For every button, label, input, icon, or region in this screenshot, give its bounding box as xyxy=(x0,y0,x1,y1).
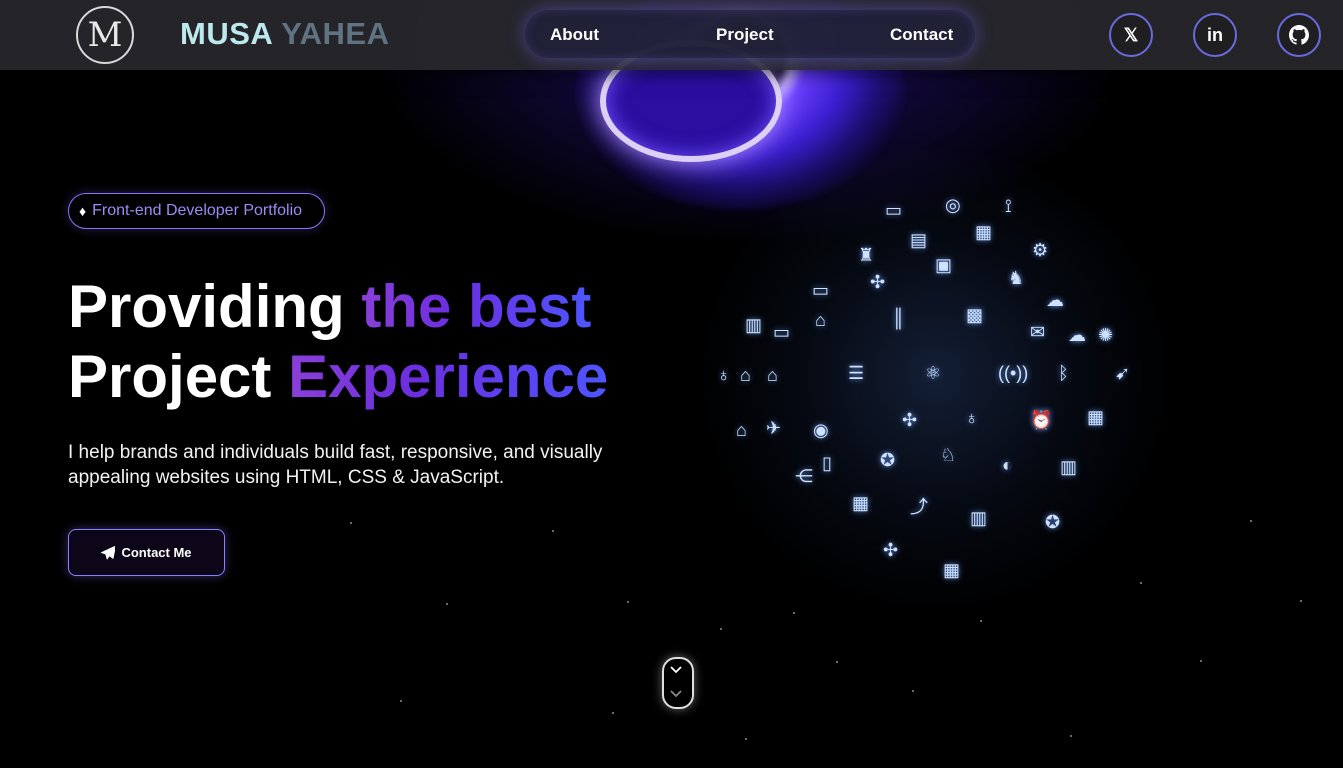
chevron-down-icon xyxy=(670,666,682,698)
lamp-icon: ♜ xyxy=(858,245,875,265)
bluetooth-icon: ᛒ xyxy=(1058,363,1069,383)
database-icon: ☰ xyxy=(848,363,865,383)
presentation-icon: ▦ xyxy=(852,493,870,513)
contact-me-label: Contact Me xyxy=(121,545,192,560)
network-icon: ✣ xyxy=(870,272,886,292)
rocket-icon: ➹ xyxy=(1115,363,1131,383)
card-icon: ▤ xyxy=(910,230,928,250)
puzzle-icon: ✣ xyxy=(883,540,899,560)
scroll-down-indicator[interactable] xyxy=(662,657,694,709)
role-badge-label: Front-end Developer Portfolio xyxy=(92,202,303,219)
linkedin-button[interactable]: in xyxy=(1193,13,1237,57)
brand-last-name: YAHEA xyxy=(281,16,390,51)
barcode-icon: ▥ xyxy=(1060,457,1078,477)
monitor-icon: ▭ xyxy=(812,280,830,300)
hero-headline: Providing the best Project Experience xyxy=(68,272,608,412)
x-icon: 𝕏 xyxy=(1123,24,1139,45)
headline-line2-plain: Project xyxy=(68,343,289,410)
nodes-icon: ✣ xyxy=(902,410,918,430)
store-icon: ⌂ xyxy=(736,420,747,440)
growth-icon: ⤴ xyxy=(910,497,928,517)
globe-icon: ◐ xyxy=(1002,455,1013,475)
linkedin-icon: in xyxy=(1207,24,1223,45)
cloud-icon: ☁ xyxy=(1046,290,1064,310)
nav-link-contact[interactable]: Contact xyxy=(890,25,953,45)
mail-icon: ✉ xyxy=(1030,322,1046,342)
medal-icon: ✪ xyxy=(1045,512,1061,532)
diamond-icon: ♦ xyxy=(79,203,87,219)
github-icon xyxy=(1289,25,1309,45)
banknote-icon: ▣ xyxy=(935,255,953,275)
twitter-x-button[interactable]: 𝕏 xyxy=(1109,13,1153,57)
hero-description: I help brands and individuals build fast… xyxy=(68,442,603,488)
headline-line1-accent: the best xyxy=(361,273,592,340)
chair-icon: ♞ xyxy=(1008,268,1025,288)
chart-board-icon: ▦ xyxy=(1087,407,1105,427)
money-icon: ▭ xyxy=(885,200,903,220)
paper-plane-icon xyxy=(101,545,116,559)
nav-link-project[interactable]: Project xyxy=(716,25,774,45)
airplane-icon: ✈ xyxy=(766,418,782,438)
building-icon: ▦ xyxy=(975,222,993,242)
share-icon: ⋲ xyxy=(795,466,813,486)
barcode-2-icon: ▥ xyxy=(970,508,988,528)
contact-me-button[interactable]: Contact Me xyxy=(68,529,225,576)
atom-icon: ⚛ xyxy=(925,363,942,383)
antenna-icon: ((•)) xyxy=(998,363,1029,383)
tower-icon: ⟟ xyxy=(1005,196,1012,216)
headline-line1-plain: Providing xyxy=(68,273,362,340)
wallet-icon: ▭ xyxy=(773,322,791,342)
calendar-icon: ▦ xyxy=(943,560,961,580)
brand-name[interactable]: MUSA YAHEA xyxy=(180,16,389,52)
barber-icon: ║ xyxy=(892,308,905,328)
moneybag-icon: ♁ xyxy=(717,365,731,385)
gear-icon: ⚙ xyxy=(1032,240,1049,260)
alarm-icon: ⏰ xyxy=(1030,410,1053,430)
sack-icon: ♁ xyxy=(965,408,979,428)
phone-icon: ▯ xyxy=(822,453,832,473)
house-icon: ⌂ xyxy=(767,365,778,385)
piggy-icon: ♘ xyxy=(940,445,957,465)
brand-first-name: MUSA xyxy=(180,16,274,51)
qr-icon: ▩ xyxy=(966,305,984,325)
city-icon: ▥ xyxy=(745,315,763,335)
logo-letter: M xyxy=(87,15,123,55)
coin-icon: ◎ xyxy=(945,195,961,215)
nav-link-about[interactable]: About xyxy=(550,25,599,45)
logo[interactable]: M xyxy=(76,6,134,64)
camera-icon: ◉ xyxy=(813,420,829,440)
github-button[interactable] xyxy=(1277,13,1321,57)
cloud-data-icon: ☁ xyxy=(1068,325,1086,345)
bank-icon: ⌂ xyxy=(815,310,826,330)
role-badge: ♦ Front-end Developer Portfolio xyxy=(68,193,326,229)
bank-building-icon: ⌂ xyxy=(740,365,751,385)
headline-line2-accent: Experience xyxy=(288,343,609,410)
award-icon: ✪ xyxy=(880,450,896,470)
bug-icon: ✺ xyxy=(1098,325,1114,345)
